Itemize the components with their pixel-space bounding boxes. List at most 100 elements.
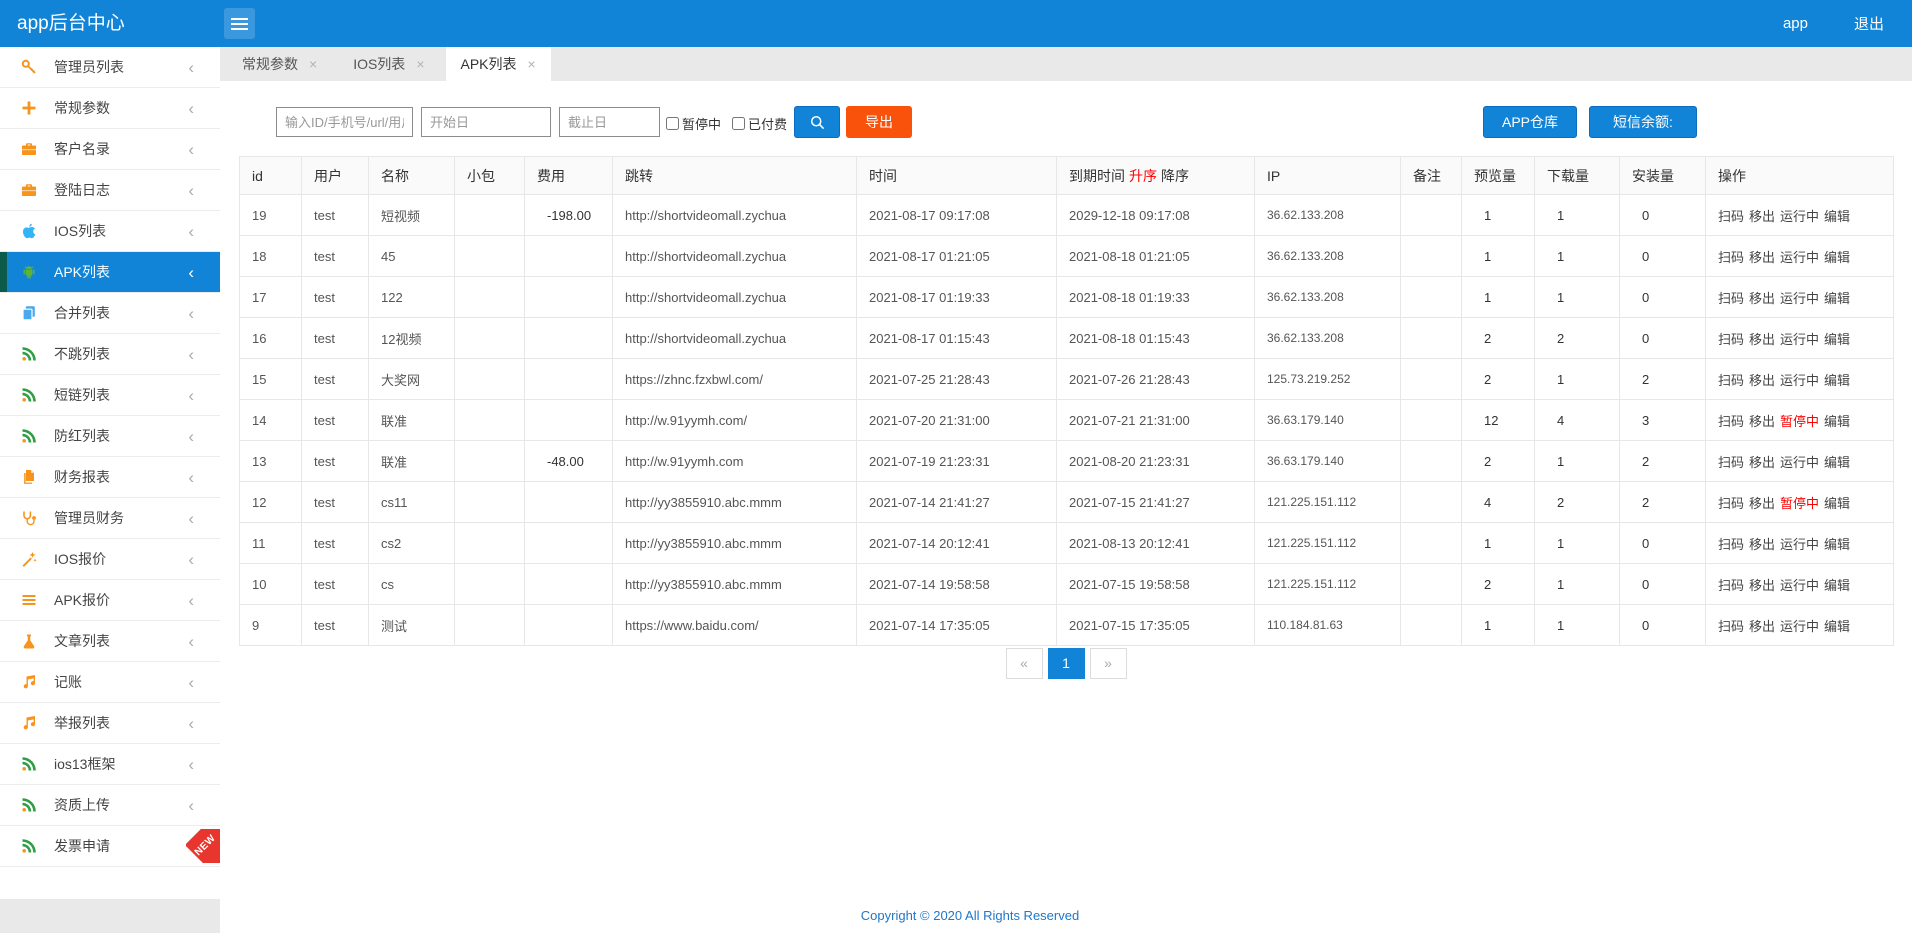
sidebar-item[interactable]: APK列表‹ [0, 252, 220, 293]
keyword-input[interactable] [276, 107, 413, 137]
scan-qr-link[interactable]: 扫码 [1718, 496, 1744, 511]
sidebar-item[interactable]: 防红列表‹ [0, 416, 220, 457]
tab-1[interactable]: 常规参数× [227, 47, 332, 81]
sort-asc-link[interactable]: 升序 [1129, 168, 1157, 184]
remove-link[interactable]: 移出 [1749, 209, 1775, 224]
app-repo-button[interactable]: APP仓库 [1483, 106, 1577, 138]
paused-checkbox-label[interactable]: 暂停中 [666, 114, 721, 133]
sidebar-item[interactable]: 合并列表‹ [0, 293, 220, 334]
cell-pkg [455, 400, 525, 441]
status-link[interactable]: 运行中 [1780, 619, 1819, 634]
remove-link[interactable]: 移出 [1749, 455, 1775, 470]
tab-3[interactable]: APK列表 × [446, 47, 551, 81]
scan-qr-link[interactable]: 扫码 [1718, 619, 1744, 634]
sidebar-item[interactable]: 举报列表‹ [0, 703, 220, 744]
column-header: 跳转 [613, 157, 857, 195]
remove-link[interactable]: 移出 [1749, 250, 1775, 265]
edit-link[interactable]: 编辑 [1824, 455, 1850, 470]
status-link[interactable]: 运行中 [1780, 291, 1819, 306]
sidebar-item[interactable]: 记账‹ [0, 662, 220, 703]
sidebar-item[interactable]: IOS报价‹ [0, 539, 220, 580]
remove-link[interactable]: 移出 [1749, 578, 1775, 593]
scan-qr-link[interactable]: 扫码 [1718, 250, 1744, 265]
paused-checkbox[interactable] [666, 117, 679, 130]
status-link[interactable]: 运行中 [1780, 578, 1819, 593]
edit-link[interactable]: 编辑 [1824, 537, 1850, 552]
remove-link[interactable]: 移出 [1749, 414, 1775, 429]
close-icon[interactable]: × [416, 56, 424, 72]
status-link[interactable]: 运行中 [1780, 537, 1819, 552]
edit-link[interactable]: 编辑 [1824, 373, 1850, 388]
pagination-prev[interactable]: « [1006, 648, 1043, 679]
edit-link[interactable]: 编辑 [1824, 250, 1850, 265]
status-link[interactable]: 运行中 [1780, 209, 1819, 224]
remove-link[interactable]: 移出 [1749, 291, 1775, 306]
edit-link[interactable]: 编辑 [1824, 332, 1850, 347]
status-link[interactable]: 运行中 [1780, 250, 1819, 265]
close-icon[interactable]: × [309, 56, 317, 72]
sidebar-item[interactable]: 管理员财务‹ [0, 498, 220, 539]
status-link[interactable]: 运行中 [1780, 332, 1819, 347]
sidebar-item[interactable]: IOS列表‹ [0, 211, 220, 252]
remove-link[interactable]: 移出 [1749, 373, 1775, 388]
sidebar-item[interactable]: 常规参数‹ [0, 88, 220, 129]
sidebar-item[interactable]: 发票申请‹NEW [0, 826, 220, 867]
start-date-input[interactable] [421, 107, 551, 137]
cell-operations: 扫码移出运行中编辑 [1706, 564, 1894, 605]
nav-logout-link[interactable]: 退出 [1854, 13, 1884, 34]
cell-fee [525, 318, 613, 359]
tab-2[interactable]: IOS列表× [338, 47, 439, 81]
status-link[interactable]: 运行中 [1780, 455, 1819, 470]
edit-link[interactable]: 编辑 [1824, 619, 1850, 634]
sms-balance-button[interactable]: 短信余额: [1589, 106, 1697, 138]
cell-installs: 0 [1620, 236, 1706, 277]
end-date-input[interactable] [559, 107, 660, 137]
edit-link[interactable]: 编辑 [1824, 496, 1850, 511]
sort-desc-link[interactable]: 降序 [1161, 168, 1189, 184]
scan-qr-link[interactable]: 扫码 [1718, 455, 1744, 470]
sidebar-toggle-button[interactable] [224, 8, 255, 39]
remove-link[interactable]: 移出 [1749, 332, 1775, 347]
remove-link[interactable]: 移出 [1749, 619, 1775, 634]
sidebar-item[interactable]: 资质上传‹ [0, 785, 220, 826]
status-link[interactable]: 运行中 [1780, 373, 1819, 388]
edit-link[interactable]: 编辑 [1824, 209, 1850, 224]
sidebar-item[interactable]: 财务报表‹ [0, 457, 220, 498]
close-icon[interactable]: × [528, 56, 536, 72]
scan-qr-link[interactable]: 扫码 [1718, 291, 1744, 306]
sidebar-item[interactable]: APK报价‹ [0, 580, 220, 621]
cell-operations: 扫码移出运行中编辑 [1706, 523, 1894, 564]
paid-checkbox[interactable] [732, 117, 745, 130]
search-button[interactable] [794, 106, 840, 138]
remove-link[interactable]: 移出 [1749, 496, 1775, 511]
export-button[interactable]: 导出 [846, 106, 912, 138]
scan-qr-link[interactable]: 扫码 [1718, 537, 1744, 552]
edit-link[interactable]: 编辑 [1824, 291, 1850, 306]
sidebar-item[interactable]: 登陆日志‹ [0, 170, 220, 211]
pagination-next[interactable]: » [1090, 648, 1127, 679]
sidebar-item[interactable]: 短链列表‹ [0, 375, 220, 416]
status-link[interactable]: 暂停中 [1780, 496, 1819, 511]
scan-qr-link[interactable]: 扫码 [1718, 373, 1744, 388]
scan-qr-link[interactable]: 扫码 [1718, 578, 1744, 593]
sidebar-item[interactable]: 文章列表‹ [0, 621, 220, 662]
edit-link[interactable]: 编辑 [1824, 414, 1850, 429]
paid-checkbox-label[interactable]: 已付费 [732, 114, 787, 133]
cell-id: 19 [240, 195, 302, 236]
nav-app-link[interactable]: app [1783, 15, 1808, 32]
scan-qr-link[interactable]: 扫码 [1718, 332, 1744, 347]
column-header: 名称 [369, 157, 455, 195]
scan-qr-link[interactable]: 扫码 [1718, 414, 1744, 429]
pagination-page-1[interactable]: 1 [1048, 648, 1085, 679]
sidebar-item[interactable]: 管理员列表‹ [0, 47, 220, 88]
remove-link[interactable]: 移出 [1749, 537, 1775, 552]
status-link[interactable]: 暂停中 [1780, 414, 1819, 429]
scan-qr-link[interactable]: 扫码 [1718, 209, 1744, 224]
sidebar-item[interactable]: 不跳列表‹ [0, 334, 220, 375]
edit-link[interactable]: 编辑 [1824, 578, 1850, 593]
cell-downloads: 1 [1535, 277, 1620, 318]
sidebar-item[interactable]: 客户名录‹ [0, 129, 220, 170]
cell-note [1401, 236, 1462, 277]
tab-label: APK列表 [461, 54, 517, 74]
sidebar-item[interactable]: ios13框架‹ [0, 744, 220, 785]
